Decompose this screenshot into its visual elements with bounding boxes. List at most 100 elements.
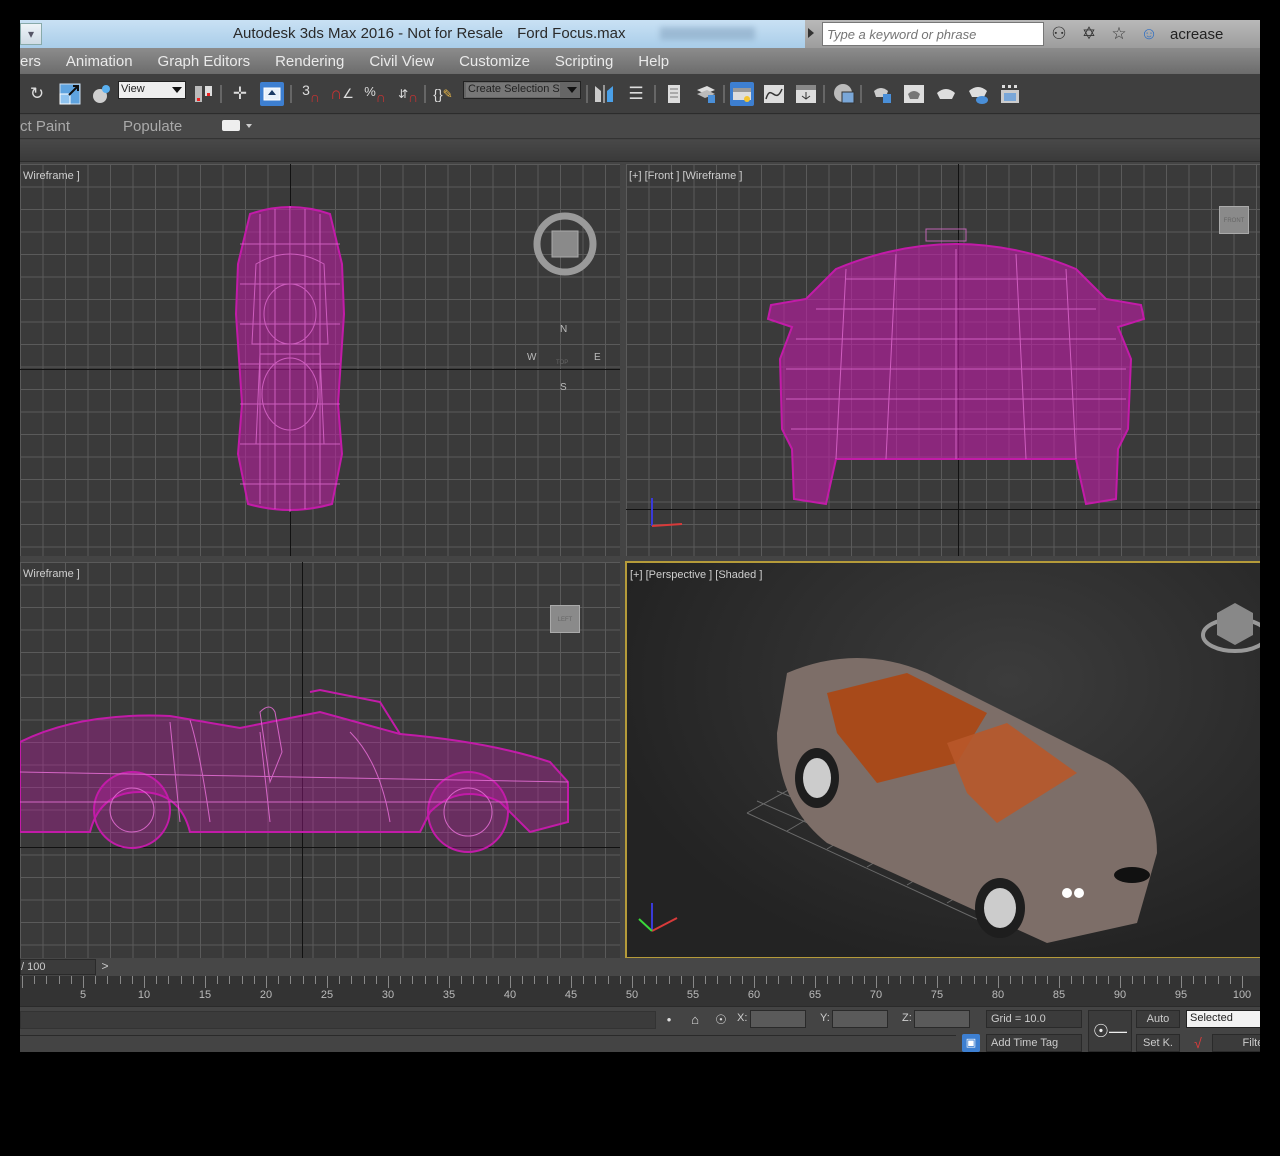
- place-object-icon[interactable]: [90, 82, 114, 106]
- pivot-center-icon[interactable]: [192, 82, 216, 106]
- absolute-mode-icon[interactable]: ☉: [712, 1011, 730, 1029]
- username[interactable]: acrease: [1170, 26, 1223, 43]
- mirror-icon[interactable]: [592, 82, 616, 106]
- scene-explorer-icon[interactable]: [662, 82, 686, 106]
- user-icon[interactable]: ☺: [1138, 23, 1160, 45]
- viewcube-compass[interactable]: [525, 204, 605, 284]
- edit-named-selections-icon[interactable]: {} ✎: [431, 82, 455, 106]
- trackbar-tick-label: 70: [869, 989, 883, 1001]
- quick-access-menu-button[interactable]: ▾: [20, 23, 42, 45]
- ribbon-tab-populate[interactable]: Populate: [123, 118, 182, 135]
- render-in-cloud-icon[interactable]: [966, 82, 990, 106]
- trackbar-tick: [619, 976, 621, 984]
- selection-lock-icon[interactable]: ⌂: [686, 1011, 704, 1029]
- time-tag-icon[interactable]: ▣: [962, 1034, 980, 1052]
- search-input[interactable]: [822, 22, 1044, 46]
- toolbar-separator: [860, 85, 862, 103]
- binoculars-icon[interactable]: ⚇: [1048, 23, 1070, 45]
- time-slider-thumb[interactable]: / 100: [20, 959, 96, 975]
- main-toolbar: ↻ View ✛ 3∩ ∩∠ %∩ ⇵∩ {}✎ Create Sel: [20, 74, 1260, 114]
- trackbar-tick: [766, 976, 768, 984]
- trackbar-tick: [375, 976, 377, 984]
- viewport-perspective[interactable]: [+] [Perspective ] [Shaded ]: [625, 561, 1260, 959]
- render-production-icon[interactable]: [934, 82, 958, 106]
- viewcube-front[interactable]: FRONT: [1219, 206, 1249, 234]
- snap-3d-label: 3: [302, 82, 310, 98]
- satellite-icon[interactable]: ✡: [1078, 23, 1100, 45]
- frame-counter: / 100: [21, 961, 46, 973]
- default-tangent-icon[interactable]: √: [1188, 1034, 1208, 1052]
- maxscript-listener-input[interactable]: [20, 1011, 656, 1029]
- star-icon[interactable]: ☆: [1108, 23, 1130, 45]
- set-keys-key-icon[interactable]: ☉—: [1088, 1010, 1132, 1052]
- trackbar-tick: [1022, 976, 1024, 984]
- menu-item-customize[interactable]: Customize: [447, 53, 543, 70]
- trackbar[interactable]: 5 10 15 20 25 30 35 40 45 50 55 60 65 70 75 80 85 90 95 100: [20, 976, 1260, 1006]
- time-slider[interactable]: / 100 >: [20, 958, 1260, 976]
- scale-icon[interactable]: [58, 82, 82, 106]
- trackbar-tick: [510, 976, 511, 988]
- schematic-view-icon[interactable]: [794, 82, 818, 106]
- search-expand-arrow-icon[interactable]: [808, 28, 814, 38]
- add-time-tag-button[interactable]: Add Time Tag: [986, 1034, 1082, 1052]
- trackbar-tick: [1107, 976, 1109, 984]
- trackbar-tick: [705, 976, 707, 984]
- z-coord-field[interactable]: [914, 1010, 970, 1028]
- viewport-label[interactable]: [+] [Front ] [Wireframe ]: [629, 170, 742, 182]
- menu-item-scripting[interactable]: Scripting: [543, 53, 626, 70]
- trackbar-tick-label: 10: [137, 989, 151, 1001]
- curve-editor-icon[interactable]: [762, 82, 786, 106]
- axis-tripod-icon: [638, 903, 678, 932]
- menu-item-graph-editors[interactable]: Graph Editors: [146, 53, 264, 70]
- x-coord-field[interactable]: [750, 1010, 806, 1028]
- toolbar-separator: [823, 85, 825, 103]
- trackbar-tick: [351, 976, 353, 984]
- toolbar-separator: [654, 85, 656, 103]
- menu-item-animation[interactable]: Animation: [54, 53, 146, 70]
- ribbon-display-toggle-icon[interactable]: [222, 120, 240, 131]
- ribbon-toggle-icon[interactable]: [730, 82, 754, 106]
- menu-item-civil-view[interactable]: Civil View: [357, 53, 447, 70]
- trackbar-tick: [168, 976, 170, 984]
- rotate-icon[interactable]: ↻: [25, 82, 49, 106]
- isolate-selection-icon[interactable]: •: [660, 1011, 678, 1029]
- layer-explorer-icon[interactable]: [694, 82, 718, 106]
- menu-item-modifiers[interactable]: ers: [20, 53, 54, 70]
- reference-coordinate-dropdown[interactable]: View: [118, 81, 186, 99]
- auto-key-button[interactable]: Auto: [1136, 1010, 1180, 1028]
- menu-item-rendering[interactable]: Rendering: [263, 53, 357, 70]
- viewport-label[interactable]: Wireframe ]: [23, 568, 80, 580]
- chevron-down-icon[interactable]: [246, 124, 252, 128]
- render-setup-icon[interactable]: [870, 82, 894, 106]
- material-editor-icon[interactable]: [832, 82, 856, 106]
- viewport-front[interactable]: [+] [Front ] [Wireframe ] FRONT: [626, 164, 1260, 556]
- rendered-frame-window-icon[interactable]: [902, 82, 926, 106]
- percent-snap-icon[interactable]: % ∩: [363, 82, 387, 106]
- next-frame-button[interactable]: >: [98, 959, 112, 975]
- menu-item-help[interactable]: Help: [626, 53, 682, 70]
- ribbon-tab-object-paint[interactable]: ct Paint: [20, 118, 70, 135]
- select-manipulate-icon[interactable]: ✛: [228, 82, 252, 106]
- viewport-label[interactable]: Wireframe ]: [23, 170, 80, 182]
- trackbar-tick: [998, 976, 999, 988]
- key-filter-dropdown[interactable]: Selected: [1186, 1010, 1260, 1028]
- viewcube-left[interactable]: LEFT: [550, 605, 580, 633]
- trackbar-tick-label: 45: [564, 989, 578, 1001]
- keyboard-shortcut-override-icon[interactable]: [260, 82, 284, 106]
- compass-south: S: [560, 382, 567, 393]
- named-selection-dropdown[interactable]: Create Selection S: [463, 81, 581, 99]
- y-coord-field[interactable]: [832, 1010, 888, 1028]
- trackbar-tick-label: 40: [503, 989, 517, 1001]
- render-gallery-icon[interactable]: [998, 82, 1022, 106]
- viewport-left[interactable]: Wireframe ] LEFT: [20, 562, 620, 958]
- angle-snap-icon[interactable]: ∩ ∠: [330, 82, 354, 106]
- set-key-button[interactable]: Set K.: [1136, 1034, 1180, 1052]
- trackbar-tick: [485, 976, 487, 984]
- trackbar-tick: [644, 976, 646, 984]
- compass-west: W: [527, 352, 537, 363]
- viewport-top[interactable]: Wireframe ] TOP N S E W: [20, 164, 620, 556]
- key-filters-button[interactable]: Filter: [1212, 1034, 1260, 1052]
- snaps-toggle-icon[interactable]: 3 ∩: [299, 82, 323, 106]
- spinner-snap-icon[interactable]: ⇵ ∩: [396, 82, 420, 106]
- align-icon[interactable]: ☰: [624, 82, 648, 106]
